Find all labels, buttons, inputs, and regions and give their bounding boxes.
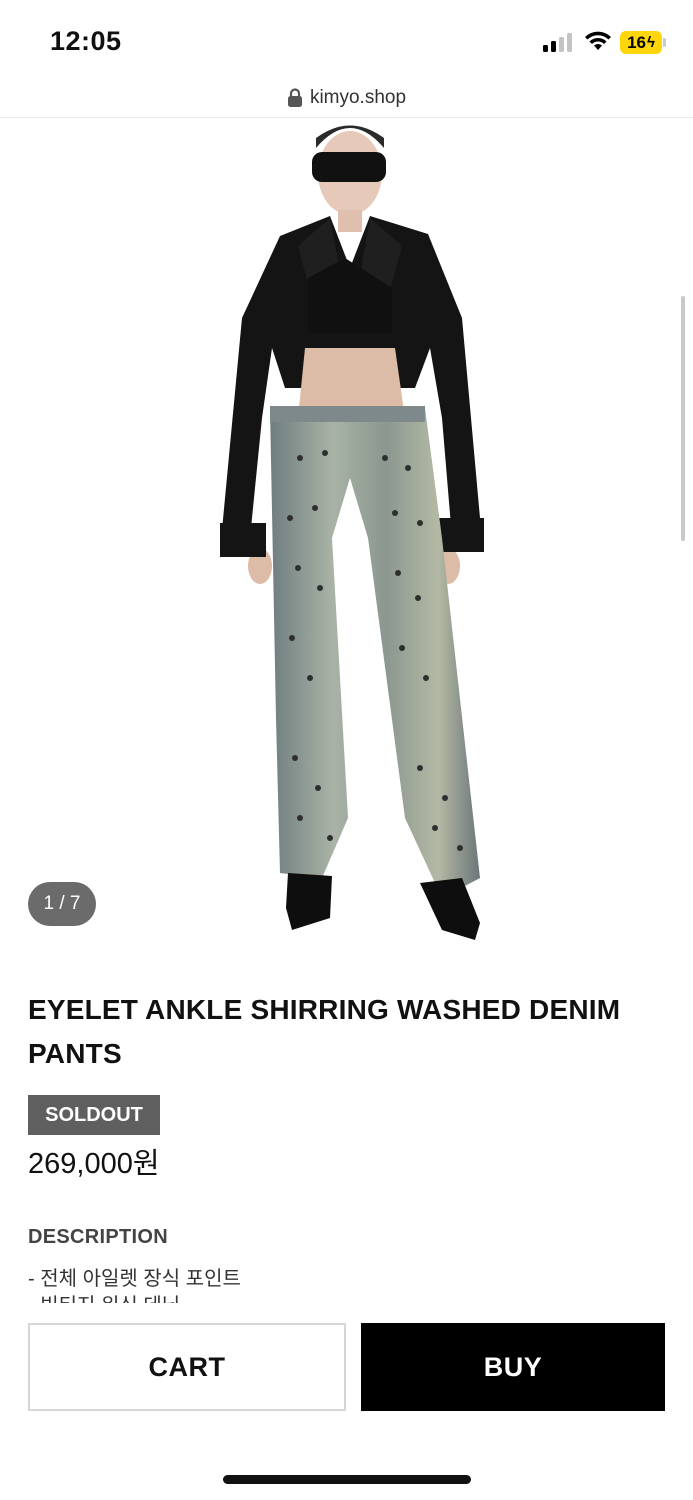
product-image-gallery[interactable] — [0, 118, 693, 958]
product-photo[interactable] — [180, 118, 510, 948]
purchase-action-bar: CART BUY — [0, 1303, 693, 1500]
description-line: - 전체 아일렛 장식 포인트 — [28, 1268, 241, 1290]
lock-icon — [287, 87, 302, 107]
scrollbar[interactable] — [681, 296, 685, 541]
battery-level: 16 ϟ — [620, 31, 662, 54]
description-heading: DESCRIPTION — [28, 1226, 168, 1248]
wifi-icon — [585, 31, 611, 50]
cart-button[interactable]: CART — [28, 1323, 346, 1411]
product-title: EYELET ANKLE SHIRRING WASHED DENIM PANTS — [28, 994, 621, 1069]
url-text: kimyo.shop — [309, 86, 407, 108]
cellular-signal-icon — [543, 33, 572, 52]
battery-charging-icon: 16 ϟ — [620, 31, 666, 54]
home-indicator[interactable] — [223, 1475, 471, 1484]
status-bar: 12:05 16 ϟ — [0, 0, 693, 80]
product-price: 269,000원 — [28, 1148, 160, 1180]
soldout-badge: SOLDOUT — [28, 1095, 160, 1135]
address-bar[interactable]: kimyo.shop — [0, 78, 693, 118]
image-page-indicator: 1 / 7 — [28, 882, 96, 926]
status-time: 12:05 — [50, 26, 122, 56]
buy-button[interactable]: BUY — [361, 1323, 665, 1411]
